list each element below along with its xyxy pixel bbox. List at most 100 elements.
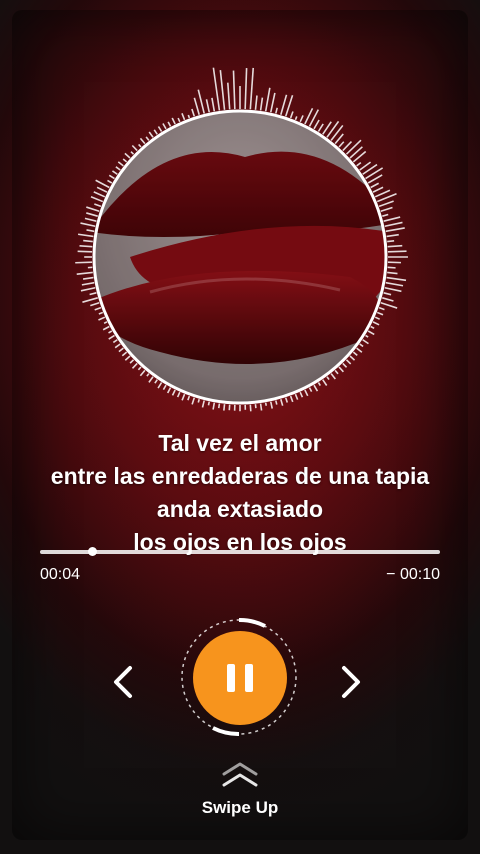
- next-button[interactable]: [336, 662, 366, 702]
- visualizer-bar: [115, 166, 121, 171]
- visualizer-bar: [205, 99, 211, 113]
- visualizer-bar: [80, 222, 96, 228]
- visualizer-bar: [345, 359, 352, 365]
- visualizer-bar: [80, 286, 96, 292]
- visualizer-bar: [117, 161, 124, 167]
- visualizer-bar: [146, 373, 150, 377]
- visualizer-bar: [108, 330, 113, 334]
- visualizer-bar: [294, 116, 298, 121]
- chevron-right-icon: [342, 666, 360, 698]
- visualizer-bar: [187, 395, 191, 401]
- visualizer-bar: [385, 227, 405, 233]
- progress-knob[interactable]: [88, 547, 97, 556]
- visualizer-bar: [378, 200, 394, 208]
- visualizer-bar: [330, 124, 344, 141]
- visualizer-bar: [83, 239, 93, 243]
- visualizer-bar: [387, 240, 395, 243]
- swipe-up-label[interactable]: Swipe Up: [0, 798, 480, 818]
- visualizer-bar: [118, 347, 124, 353]
- visualizer-bar: [299, 115, 304, 123]
- visualizer-bar: [244, 68, 248, 110]
- visualizer-bar: [217, 403, 221, 409]
- visualizer-bar: [223, 404, 226, 411]
- visualizer-bar: [294, 393, 299, 400]
- visualizer-bar: [197, 89, 205, 114]
- visualizer-bar: [380, 301, 398, 309]
- visualizer-bar: [382, 297, 394, 302]
- visualizer-bar: [124, 355, 131, 361]
- visualizer-bar: [121, 351, 128, 357]
- visualizer-bar: [269, 92, 276, 113]
- visualizer-bar: [374, 316, 380, 320]
- double-chevron-up-icon[interactable]: [220, 760, 260, 790]
- visualizer-bar: [191, 397, 196, 405]
- visualizer-bar: [372, 186, 384, 193]
- visualizer-bar: [308, 387, 313, 393]
- visualizer-bar: [289, 395, 294, 403]
- visualizer-bar: [171, 117, 176, 125]
- visualizer-bar: [362, 339, 369, 345]
- visualizer-bar: [387, 244, 403, 248]
- visualizer-bar: [82, 297, 98, 303]
- visualizer-bar: [162, 384, 167, 391]
- visualizer-bar: [148, 131, 154, 138]
- visualizer-bar: [137, 366, 142, 371]
- visualizer-bar: [264, 87, 271, 112]
- visualizer-bar: [176, 391, 181, 398]
- visualizer-bar: [107, 179, 113, 184]
- remaining-time: − 00:10: [386, 566, 440, 583]
- lyric-line: entre las enredaderas de una tapia: [50, 463, 430, 489]
- visualizer-bar: [98, 316, 106, 321]
- visualizer-bar: [254, 95, 258, 110]
- previous-button[interactable]: [108, 662, 138, 702]
- visualizer-bar: [383, 292, 392, 296]
- visualizer-bar: [280, 399, 284, 406]
- visualizer-bar: [162, 123, 167, 130]
- visualizer-bar: [212, 67, 221, 111]
- pause-icon: [227, 664, 235, 692]
- visualizer-bar: [249, 67, 255, 110]
- visualizer-bar: [145, 136, 150, 141]
- pause-button[interactable]: [193, 631, 287, 725]
- visualizer-bar: [77, 250, 93, 253]
- visualizer-svg: [75, 67, 408, 412]
- visualizer-bar: [167, 121, 172, 127]
- visualizer-bar: [102, 325, 110, 331]
- elapsed-time: 00:04: [40, 566, 81, 583]
- visualizer-bar: [386, 276, 407, 282]
- visualizer-bar: [84, 217, 97, 222]
- visualizer-bar: [201, 400, 205, 408]
- visualizer-bar: [122, 158, 128, 163]
- visualizer-bar: [356, 161, 362, 167]
- visualizer-bar: [138, 143, 142, 148]
- visualizer-bar: [94, 203, 102, 208]
- visualizer-bar: [345, 139, 362, 155]
- visualizer-bar: [82, 276, 94, 280]
- audio-visualizer: [70, 62, 410, 432]
- visualizer-bar: [154, 379, 158, 384]
- pause-icon: [245, 664, 253, 692]
- visualizer-bar: [326, 376, 330, 381]
- visualizer-bar: [232, 70, 236, 110]
- chevron-left-icon: [114, 666, 132, 698]
- visualizer-bar: [299, 391, 304, 398]
- visualizer-bar: [211, 97, 216, 112]
- visualizer-bar: [166, 387, 172, 394]
- visualizer-bar: [114, 343, 121, 349]
- visualizer-bar: [280, 94, 288, 115]
- visualizer-bar: [191, 108, 196, 117]
- visualizer-bar: [75, 261, 93, 264]
- visualizer-bar: [131, 144, 138, 152]
- visualizer-bar: [330, 373, 336, 380]
- visualizer-bar: [108, 334, 115, 340]
- visualizer-bar: [378, 306, 385, 311]
- visualizer-bar: [79, 244, 93, 248]
- visualizer-bar: [81, 281, 95, 286]
- progress-bar[interactable]: [40, 547, 440, 556]
- visualizer-bar: [103, 321, 108, 325]
- visualizer-bar: [94, 306, 102, 311]
- visualizer-bar: [370, 325, 375, 330]
- visualizer-bar: [275, 107, 278, 114]
- lyric-line: Tal vez el amor: [158, 430, 322, 456]
- visualizer-bar: [356, 347, 363, 353]
